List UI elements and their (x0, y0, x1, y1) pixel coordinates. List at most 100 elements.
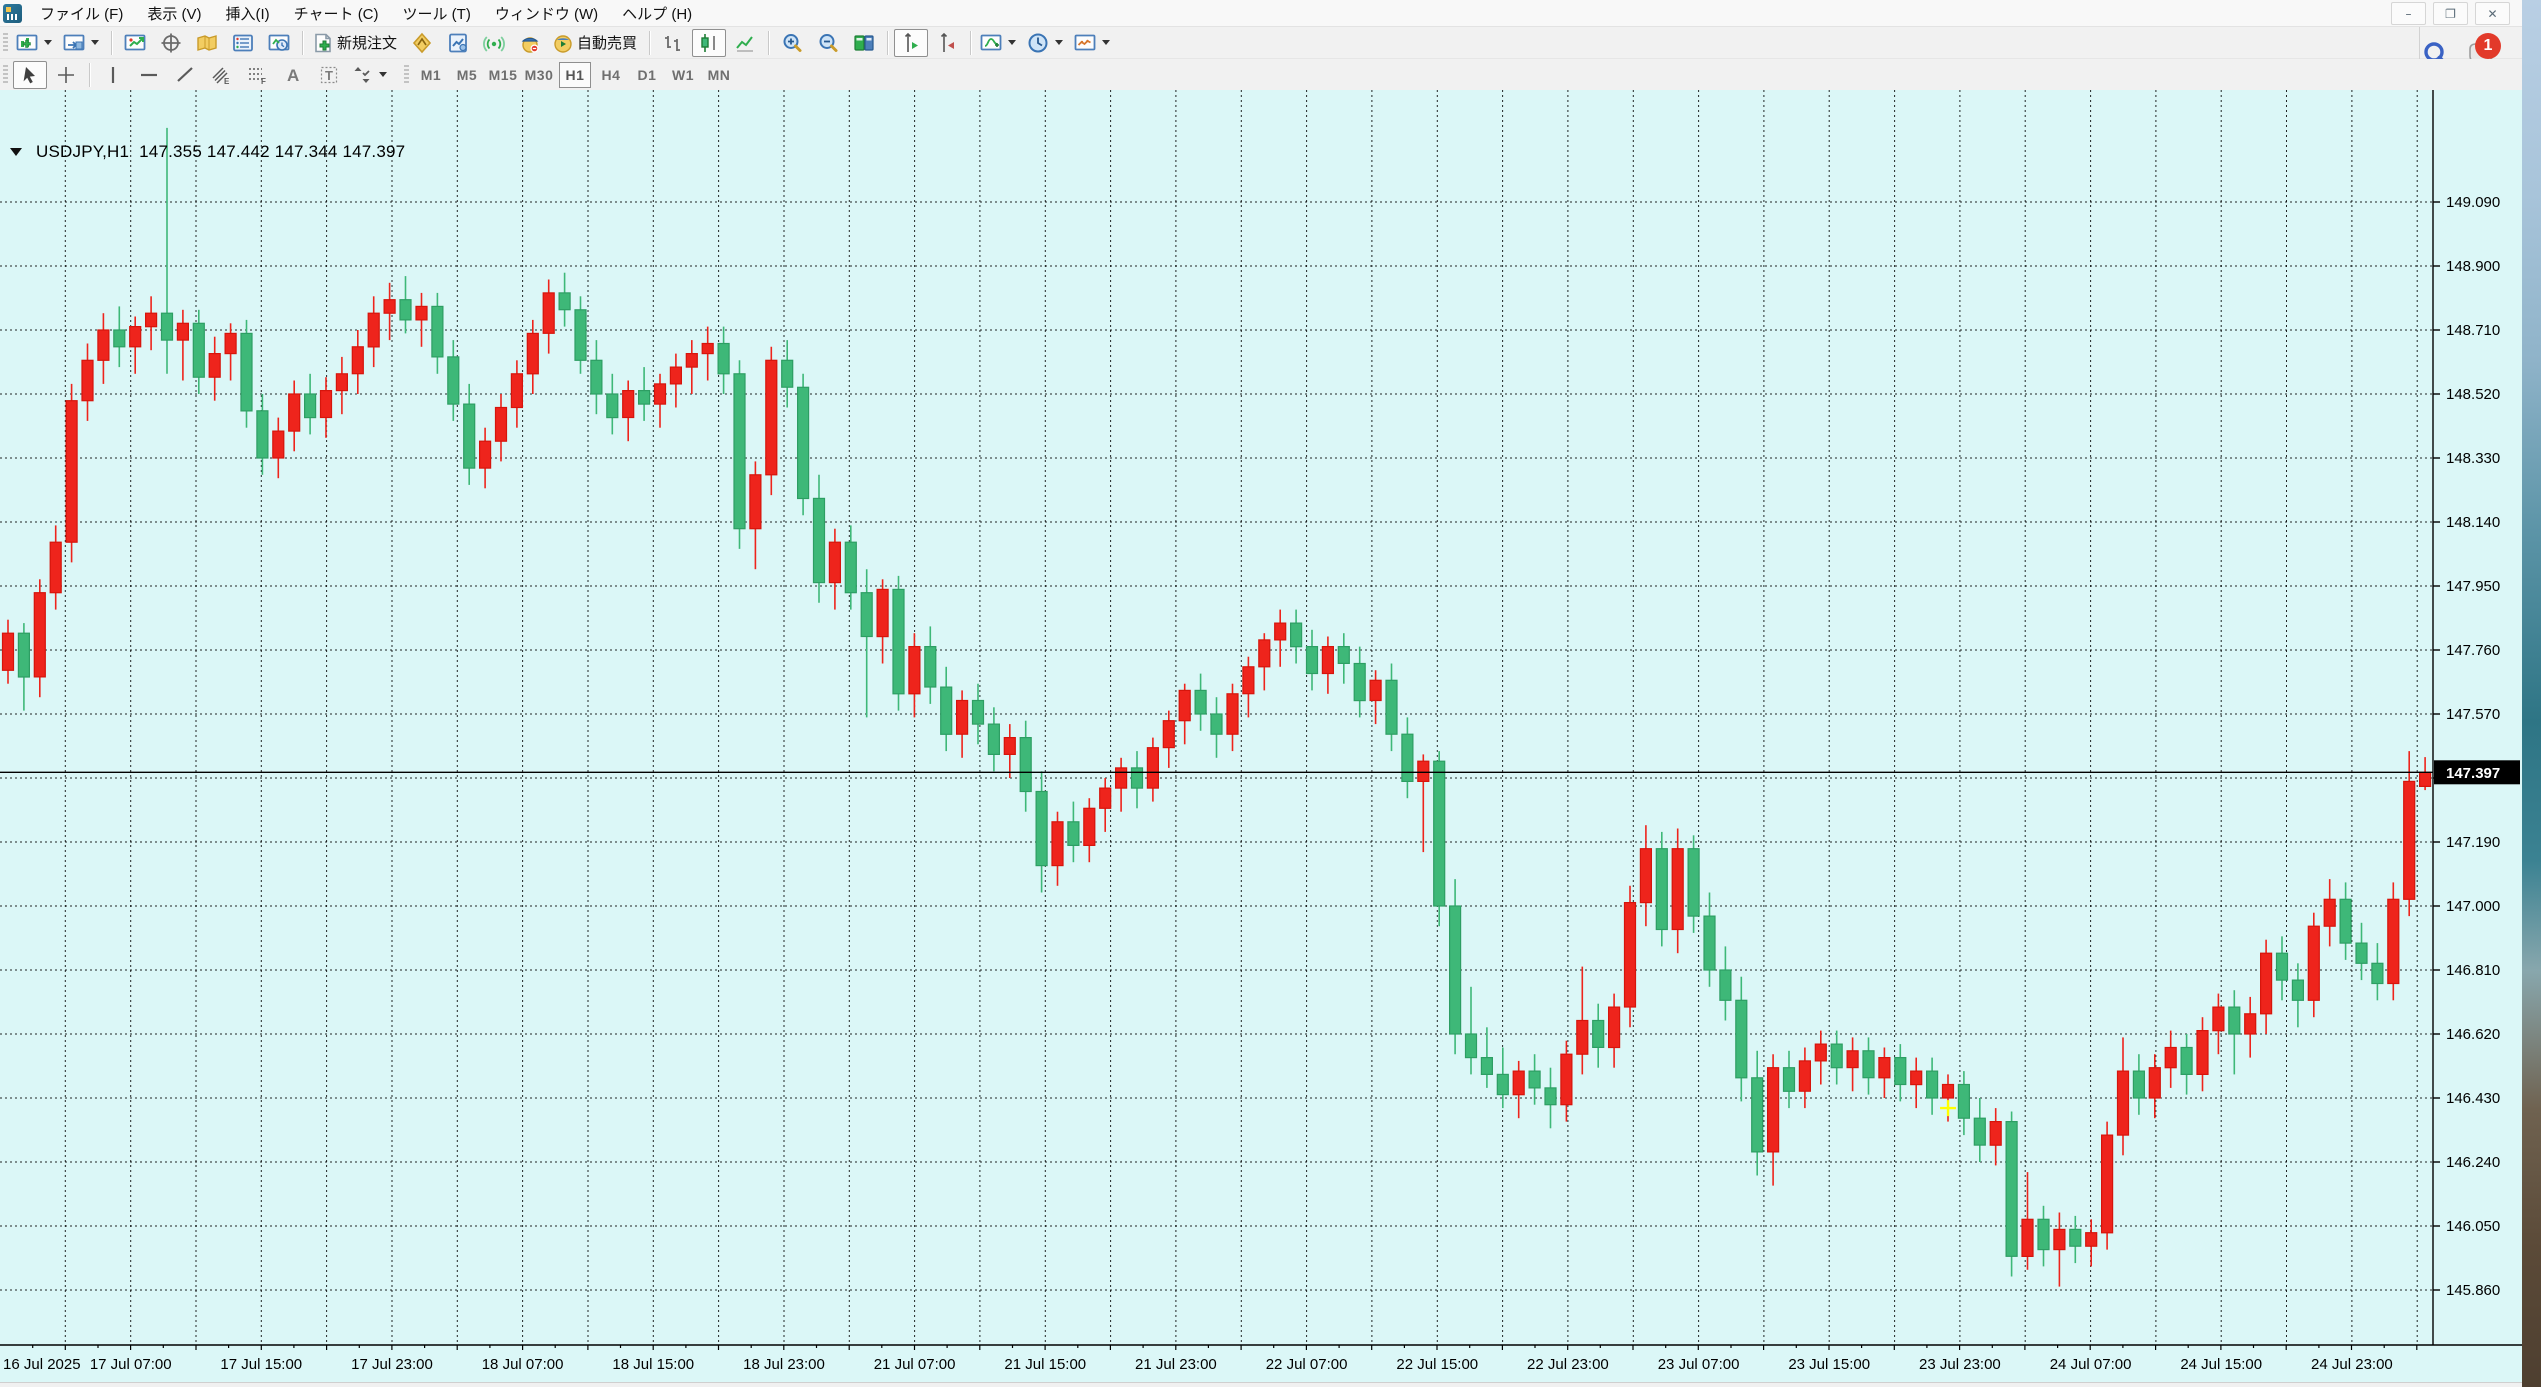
svg-text:18 Jul 15:00: 18 Jul 15:00 (612, 1356, 694, 1373)
drawing-toolbar-items: E F AT (12, 61, 394, 89)
svg-text:148.520: 148.520 (2446, 386, 2500, 403)
chart-shift-button[interactable] (930, 29, 964, 57)
restore-button[interactable]: ❐ (2433, 2, 2468, 25)
restore-icon: ❐ (2445, 7, 2456, 21)
toolbar-grip[interactable] (3, 65, 8, 85)
menu-item-2[interactable]: 挿入(I) (214, 0, 282, 27)
status-bar-edge (0, 1382, 2522, 1387)
crosshair-button[interactable] (49, 61, 83, 89)
timeframe-button-h1[interactable]: H1 (559, 62, 591, 88)
auto-trading-label: 自動売買 (577, 32, 640, 53)
terminal-button[interactable] (226, 29, 260, 57)
svg-text:23 Jul 15:00: 23 Jul 15:00 (1788, 1356, 1870, 1373)
market-icon (519, 32, 541, 54)
toolbar-separator (302, 31, 303, 55)
svg-text:148.710: 148.710 (2446, 322, 2500, 339)
toolbar-separator (649, 31, 650, 55)
bar-chart-button[interactable] (656, 29, 690, 57)
chevron-down-icon (1055, 40, 1063, 45)
text-button[interactable]: A (276, 61, 310, 89)
navigator-button[interactable] (190, 29, 224, 57)
svg-text:E: E (224, 77, 230, 86)
svg-text:F: F (261, 77, 266, 86)
timeframe-button-d1[interactable]: D1 (631, 62, 663, 88)
zoom-in-button[interactable] (775, 29, 809, 57)
chart-plot[interactable]: 149.090148.900148.710148.520148.330148.1… (0, 90, 2522, 1387)
trendline-button[interactable] (168, 61, 202, 89)
menu-item-5[interactable]: ウィンドウ (W) (483, 0, 610, 27)
timeframe-button-m1[interactable]: M1 (415, 62, 447, 88)
templates-button[interactable] (1071, 29, 1116, 57)
periods-icon (1027, 32, 1049, 54)
tile-windows-button[interactable] (847, 29, 881, 57)
svg-text:148.140: 148.140 (2446, 514, 2500, 531)
chevron-down-icon (44, 40, 52, 45)
market-button[interactable] (513, 29, 547, 57)
text-label-button[interactable]: T (312, 61, 346, 89)
line-chart-icon (734, 32, 756, 54)
community-button[interactable] (441, 29, 475, 57)
zoom-out-button[interactable] (811, 29, 845, 57)
auto-trading-button[interactable]: 自動売買 (549, 29, 643, 57)
svg-text:147.190: 147.190 (2446, 834, 2500, 851)
menu-items: ファイル (F)表示 (V)挿入(I)チャート (C)ツール (T)ウィンドウ … (28, 0, 704, 27)
indicators-button[interactable] (977, 29, 1022, 57)
menu-item-3[interactable]: チャート (C) (282, 0, 391, 27)
menu-item-1[interactable]: 表示 (V) (135, 0, 213, 27)
arrows-button[interactable] (348, 61, 393, 89)
signals-button[interactable] (477, 29, 511, 57)
chart-symbol-label: USDJPY,H1 (36, 142, 129, 162)
line-chart-button[interactable] (728, 29, 762, 57)
auto-scroll-button[interactable] (894, 29, 928, 57)
trendline-icon (174, 64, 196, 86)
toolbar-grip[interactable] (404, 65, 409, 85)
minimize-button[interactable]: – (2391, 2, 2426, 25)
equidistant-channel-button[interactable]: E (204, 61, 238, 89)
metaeditor-button[interactable] (405, 29, 439, 57)
toolbar-separator (970, 31, 971, 55)
new-order-label: 新規注文 (337, 32, 400, 53)
timeframe-button-m15[interactable]: M15 (487, 62, 519, 88)
chart-dropdown-icon[interactable] (10, 148, 22, 156)
horizontal-line-icon (138, 64, 160, 86)
timeframe-button-m5[interactable]: M5 (451, 62, 483, 88)
periods-button[interactable] (1024, 29, 1069, 57)
market-watch-button[interactable] (118, 29, 152, 57)
timeframe-buttons: M1M5M15M30H1H4D1W1MN (413, 62, 737, 88)
new-order-button[interactable]: 新規注文 (309, 29, 403, 57)
standard-toolbar-items: 新規注文 自動売買 (12, 29, 1117, 57)
strategy-tester-button[interactable] (262, 29, 296, 57)
menu-item-0[interactable]: ファイル (F) (28, 0, 135, 27)
toolbar-separator (89, 63, 90, 87)
svg-text:16 Jul 2025: 16 Jul 2025 (3, 1356, 81, 1373)
new-chart-button[interactable] (13, 29, 58, 57)
menu-item-6[interactable]: ヘルプ (H) (610, 0, 704, 27)
menu-item-4[interactable]: ツール (T) (391, 0, 483, 27)
auto-trading-icon (552, 32, 574, 54)
community-icon (447, 32, 469, 54)
cursor-button[interactable] (13, 61, 47, 89)
svg-text:23 Jul 07:00: 23 Jul 07:00 (1658, 1356, 1740, 1373)
svg-text:145.860: 145.860 (2446, 1282, 2500, 1299)
data-window-button[interactable] (154, 29, 188, 57)
zoom-out-icon (817, 32, 839, 54)
profiles-button[interactable] (60, 29, 105, 57)
close-icon: ✕ (2487, 7, 2497, 21)
close-button[interactable]: ✕ (2475, 2, 2510, 25)
svg-text:17 Jul 07:00: 17 Jul 07:00 (90, 1356, 172, 1373)
svg-text:17 Jul 23:00: 17 Jul 23:00 (351, 1356, 433, 1373)
svg-text:21 Jul 23:00: 21 Jul 23:00 (1135, 1356, 1217, 1373)
fibonacci-button[interactable]: F (240, 61, 274, 89)
toolbar-grip[interactable] (3, 33, 8, 53)
timeframe-button-h4[interactable]: H4 (595, 62, 627, 88)
vertical-line-button[interactable] (96, 61, 130, 89)
chart-area[interactable]: 149.090148.900148.710148.520148.330148.1… (0, 90, 2522, 1387)
candlestick-button[interactable] (692, 29, 726, 57)
timeframe-button-m30[interactable]: M30 (523, 62, 555, 88)
timeframe-button-w1[interactable]: W1 (667, 62, 699, 88)
svg-text:22 Jul 07:00: 22 Jul 07:00 (1266, 1356, 1348, 1373)
strategy-tester-icon (268, 32, 290, 54)
horizontal-line-button[interactable] (132, 61, 166, 89)
timeframe-button-mn[interactable]: MN (703, 62, 735, 88)
new-chart-icon (16, 32, 38, 54)
